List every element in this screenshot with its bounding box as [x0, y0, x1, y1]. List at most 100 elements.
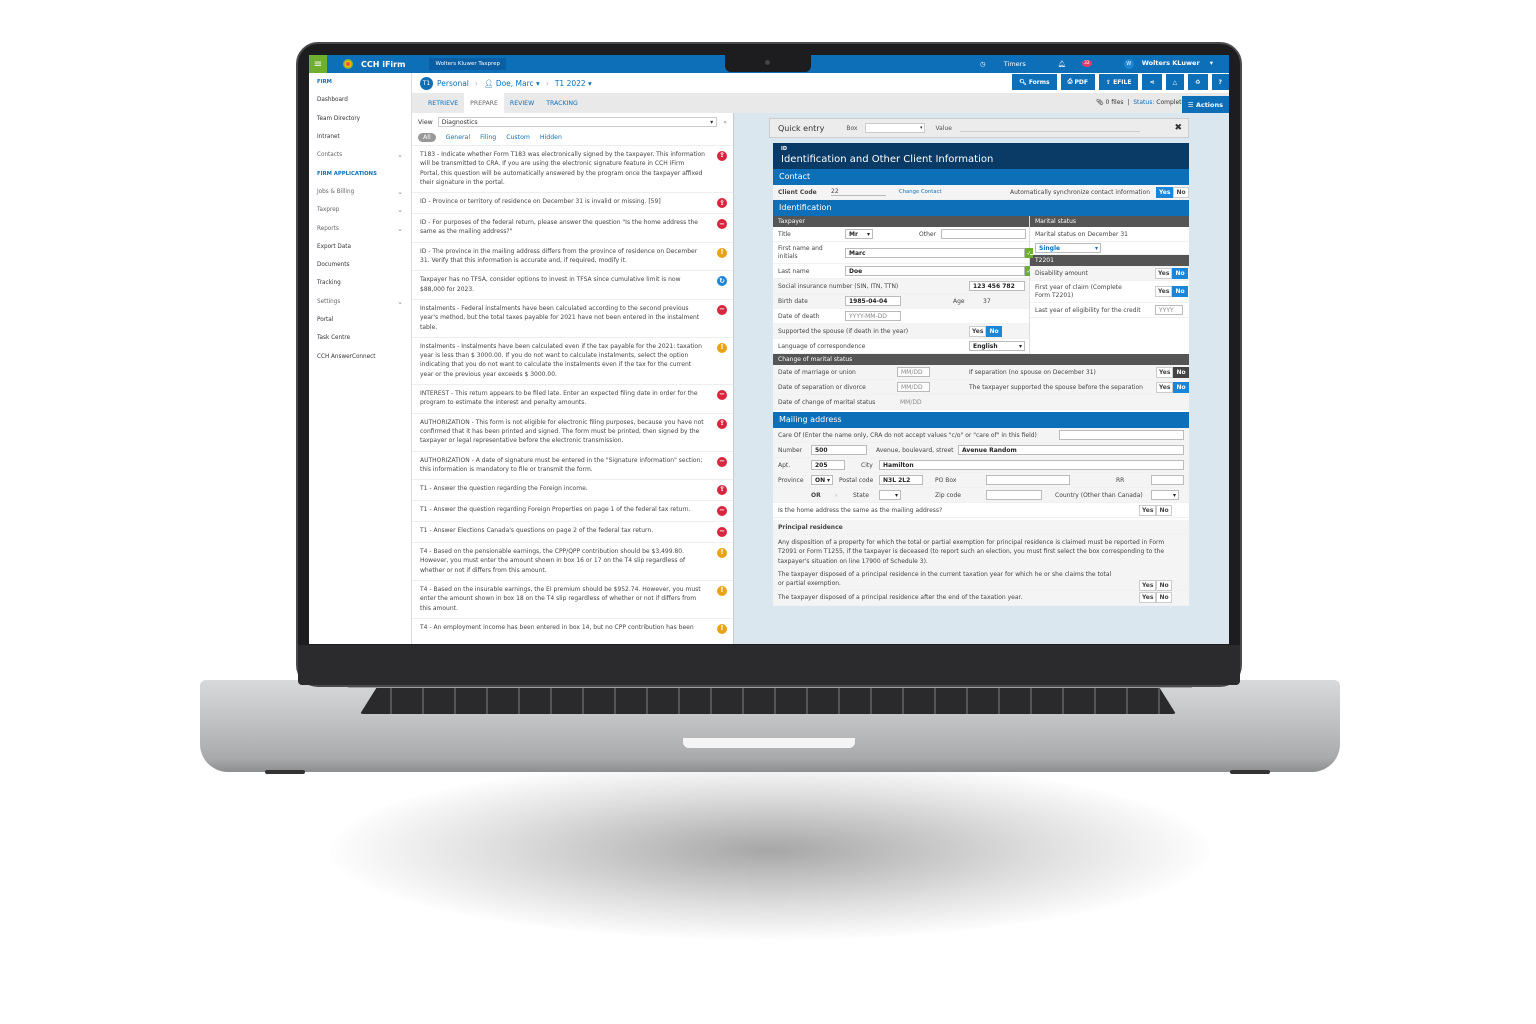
diagnostic-item[interactable]: T4 - An employment income has been enter…	[412, 617, 733, 639]
breadcrumb-client[interactable]: 👤︎ Doe, Marc ▾	[484, 79, 540, 88]
tab-tracking[interactable]: TRACKING	[540, 93, 584, 113]
tab-review[interactable]: REVIEW	[504, 93, 540, 113]
last-year-input[interactable]: YYYY	[1155, 305, 1183, 315]
street-number-input[interactable]: 500	[811, 445, 867, 455]
sidebar-item-contacts[interactable]: Contacts ⌄	[309, 146, 411, 164]
sidebar-item-dashboard[interactable]: Dashboard	[309, 91, 411, 109]
tab-retrieve[interactable]: RETRIEVE	[422, 93, 464, 113]
sidebar-item-task-centre[interactable]: Task Centre	[309, 329, 411, 347]
breadcrumb-year[interactable]: T1 2022 ▾	[555, 79, 592, 88]
diagnostic-item[interactable]: T4 - Based on the insurable earnings, th…	[412, 580, 733, 618]
forms-button[interactable]: 🔍︎ Forms	[1012, 74, 1057, 90]
menu-icon[interactable]: ≡	[309, 55, 327, 73]
supported-spouse-toggle[interactable]: Yes No	[1156, 381, 1189, 393]
diagnostic-item[interactable]: Instalments - Instalments have been calc…	[412, 336, 733, 384]
state-select[interactable]	[879, 490, 901, 500]
title-select[interactable]: Mr	[845, 229, 873, 239]
po-box-input[interactable]	[986, 475, 1070, 485]
app-logo[interactable]: CCH iFirm	[343, 59, 405, 69]
care-of-input[interactable]	[1059, 430, 1184, 440]
diagnostic-item[interactable]: T1 - Answer the question regarding Forei…	[412, 500, 733, 521]
sidebar-item-reports[interactable]: Reports ⌄	[309, 219, 411, 237]
province-select[interactable]: ON	[811, 475, 833, 485]
recycle-button[interactable]: ♻	[1188, 74, 1208, 90]
marital-select[interactable]: Single	[1035, 243, 1101, 253]
close-icon[interactable]: ✖	[1174, 123, 1182, 133]
country-select[interactable]	[1151, 490, 1179, 500]
filter-custom[interactable]: Custom	[506, 134, 530, 141]
spouse-toggle[interactable]: Yes No	[969, 325, 1002, 337]
diagnostic-item[interactable]: INTEREST - This return appears to be fil…	[412, 384, 733, 413]
last-name-input[interactable]: Doe	[845, 266, 1025, 276]
breadcrumb-personal[interactable]: Personal	[437, 79, 469, 88]
diagnostic-item[interactable]: Instalments - Federal instalments have b…	[412, 298, 733, 337]
home-same-toggle[interactable]: Yes No	[1139, 504, 1172, 516]
first-year-toggle[interactable]: Yes No	[1155, 286, 1188, 297]
sin-input[interactable]: 123 456 782	[969, 281, 1025, 291]
client-code-field[interactable]: 22	[831, 188, 886, 196]
sidebar-item-portal[interactable]: Portal	[309, 311, 411, 329]
change-contact-link[interactable]: Change Contact	[899, 189, 942, 195]
help-button[interactable]: ?	[1211, 74, 1229, 90]
view-select[interactable]: Diagnostics ▾	[437, 117, 718, 127]
diagnostic-item[interactable]: T1 - Answer Elections Canada's questions…	[412, 521, 733, 542]
tab-prepare[interactable]: PREPARE	[464, 93, 504, 113]
sidebar-item-team-directory[interactable]: Team Directory	[309, 110, 411, 128]
sidebar-item-documents[interactable]: Documents	[309, 256, 411, 274]
efile-button[interactable]: ⇪ EFILE	[1098, 74, 1139, 90]
sidebar-item-settings[interactable]: Settings ⌄	[309, 293, 411, 311]
pdf-button[interactable]: ⎙ PDF	[1060, 74, 1095, 90]
sidebar-item-cch-answerconnect[interactable]: CCH AnswerConnect	[309, 347, 411, 365]
principal-q2-toggle[interactable]: Yes No	[1139, 592, 1172, 604]
rr-input[interactable]	[1151, 475, 1184, 485]
filter-all[interactable]: All	[418, 133, 436, 142]
diagnostic-item[interactable]: T4 - Based on the pensionable earnings, …	[412, 542, 733, 580]
disability-toggle[interactable]: Yes No	[1155, 267, 1188, 279]
diagnostic-item[interactable]: T1 - Answer the question regarding the F…	[412, 479, 733, 500]
city-input[interactable]: Hamilton	[879, 460, 1184, 470]
principal-q1-toggle[interactable]: Yes No	[1139, 579, 1172, 591]
diagnostic-item[interactable]: T183 - Indicate whether Form T183 was el…	[412, 145, 733, 192]
first-name-input[interactable]: Marc	[845, 248, 1025, 258]
postal-code-input[interactable]: N3L 2L2	[879, 475, 923, 485]
filter-hidden[interactable]: Hidden	[540, 134, 562, 141]
sidebar-item-intranet[interactable]: Intranet	[309, 128, 411, 146]
diagnostic-item[interactable]: ID - The province in the mailing address…	[412, 241, 733, 271]
other-title-input[interactable]	[941, 229, 1026, 239]
alert-button[interactable]: △	[1165, 74, 1185, 90]
diagnostic-item[interactable]: ID - Province or territory of residence …	[412, 192, 733, 213]
if-separation-toggle[interactable]: Yes No	[1156, 366, 1189, 378]
sync-toggle[interactable]: Yes No	[1156, 186, 1189, 198]
share-button[interactable]: ⋖	[1142, 74, 1162, 90]
diagnostic-item[interactable]: ID - For purposes of the federal return,…	[412, 213, 733, 242]
sidebar-item-taxprep[interactable]: Taxprep ⌄	[309, 201, 411, 219]
user-menu[interactable]: W Wolters KLuwer ▾	[1116, 59, 1221, 69]
filter-general[interactable]: General	[446, 134, 470, 141]
camera-notch	[725, 55, 811, 72]
street-input[interactable]: Avenue Random	[958, 445, 1184, 455]
diagnostic-item[interactable]: AUTHORIZATION - A date of signature must…	[412, 450, 733, 480]
diagnostic-item[interactable]: Taxpayer has no TFSA, consider options t…	[412, 270, 733, 299]
birth-date-input[interactable]: 1985-04-04	[845, 296, 901, 306]
diagnostic-item[interactable]: AUTHORIZATION - This form is not eligibl…	[412, 412, 733, 451]
product-name[interactable]: Wolters Kluwer Taxprep	[429, 58, 506, 70]
separation-date-input[interactable]: MM/DD	[897, 382, 930, 392]
filter-filing[interactable]: Filing	[480, 134, 496, 141]
actions-button[interactable]: ☰ Actions	[1181, 96, 1229, 113]
collapse-icon[interactable]: «	[723, 119, 727, 126]
marriage-date-input[interactable]: MM/DD	[897, 367, 930, 377]
timers-button[interactable]: ◷ Timers	[972, 60, 1034, 68]
death-date-input[interactable]: YYYY-MM-DD	[845, 311, 901, 321]
value-input[interactable]	[959, 124, 1140, 132]
zip-code-input[interactable]	[986, 490, 1042, 500]
change-date-input[interactable]: MM/DD	[900, 399, 922, 406]
user-icon: 👤︎	[483, 78, 494, 88]
sidebar-item-export-data[interactable]: Export Data	[309, 238, 411, 256]
box-select[interactable]: ▾	[865, 123, 926, 133]
sidebar-item-jobs-billing[interactable]: Jobs & Billing ⌄	[309, 183, 411, 201]
apt-input[interactable]: 205	[811, 460, 845, 470]
notifications-button[interactable]: 🔔︎ 32	[1050, 60, 1100, 68]
files-count[interactable]: 0 files	[1106, 99, 1124, 106]
sidebar-item-tracking[interactable]: Tracking	[309, 274, 411, 292]
language-select[interactable]: English	[969, 341, 1025, 351]
